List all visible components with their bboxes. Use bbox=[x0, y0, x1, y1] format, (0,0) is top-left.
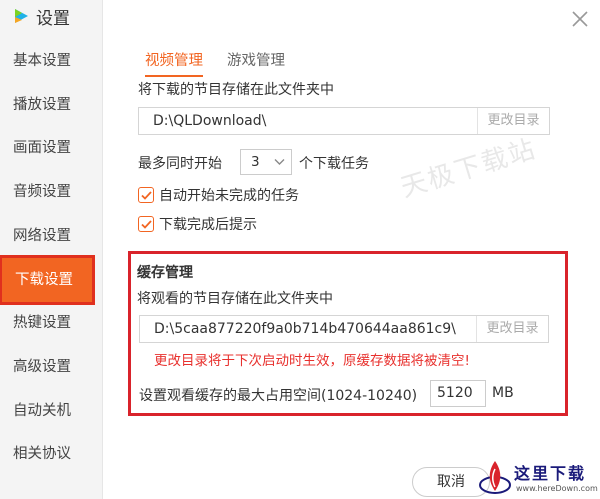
tab-bar: 视频管理 游戏管理 bbox=[145, 49, 309, 77]
sidebar-item-auto-shutdown[interactable]: 自动关机 bbox=[0, 389, 103, 433]
cache-change-dir-button[interactable]: 更改目录 bbox=[476, 316, 548, 342]
app-logo-icon bbox=[15, 9, 28, 23]
download-folder-path[interactable]: D:\QLDownload\ bbox=[139, 113, 477, 129]
max-tasks-value: 3 bbox=[251, 154, 260, 170]
brand-name: 这里下载 bbox=[514, 464, 587, 483]
auto-start-option: 自动开始未完成的任务 bbox=[138, 185, 299, 205]
auto-start-checkbox[interactable] bbox=[138, 187, 154, 203]
sidebar-item-basic[interactable]: 基本设置 bbox=[0, 39, 103, 83]
download-folder-label: 将下载的节目存储在此文件夹中 bbox=[138, 82, 334, 98]
download-change-dir-button[interactable]: 更改目录 bbox=[477, 108, 549, 134]
sidebar-item-agreements[interactable]: 相关协议 bbox=[0, 432, 103, 476]
sidebar: 设置 基本设置 播放设置 画面设置 音频设置 网络设置 下载设置 热键设置 高级… bbox=[0, 0, 103, 499]
cache-folder-label: 将观看的节目存储在此文件夹中 bbox=[137, 291, 333, 307]
sidebar-item-network[interactable]: 网络设置 bbox=[0, 214, 103, 258]
sidebar-item-advanced[interactable]: 高级设置 bbox=[0, 345, 103, 389]
notify-option: 下载完成后提示 bbox=[138, 214, 257, 234]
notify-checkbox[interactable] bbox=[138, 216, 154, 232]
notify-label: 下载完成后提示 bbox=[159, 217, 257, 233]
max-tasks-suffix: 个下载任务 bbox=[299, 156, 369, 172]
window-title: 设置 bbox=[36, 8, 70, 29]
site-brand-overlay: 这里下载 www.hereDown.com bbox=[478, 457, 600, 499]
close-icon[interactable] bbox=[570, 9, 590, 29]
sidebar-item-download[interactable]: 下载设置 bbox=[0, 255, 95, 305]
brand-url: www.hereDown.com bbox=[516, 484, 598, 493]
download-folder-field: D:\QLDownload\ 更改目录 bbox=[138, 107, 550, 135]
brand-logo-icon bbox=[479, 461, 511, 494]
checkmark-icon bbox=[140, 190, 152, 200]
cache-size-unit: MB bbox=[492, 385, 514, 401]
sidebar-item-playback[interactable]: 播放设置 bbox=[0, 83, 103, 127]
checkmark-icon bbox=[140, 219, 152, 229]
max-tasks-label: 最多同时开始 bbox=[138, 156, 222, 172]
window-titlebar: 设置 bbox=[12, 6, 70, 29]
cache-warning-text: 更改目录将于下次启动时生效，原缓存数据将被清空! bbox=[154, 353, 470, 369]
sidebar-item-audio[interactable]: 音频设置 bbox=[0, 170, 103, 214]
cache-folder-field: D:\5caa877220f9a0b714b470644aa861c9\ 更改目… bbox=[139, 315, 549, 343]
cache-max-size-input[interactable]: 5120 bbox=[430, 380, 486, 407]
chevron-down-icon bbox=[274, 159, 285, 165]
cache-max-size-label: 设置观看缓存的最大占用空间(1024-10240) bbox=[139, 388, 418, 404]
sidebar-item-hotkey[interactable]: 热键设置 bbox=[0, 301, 103, 345]
tab-game-management[interactable]: 游戏管理 bbox=[227, 49, 285, 77]
cache-section-title: 缓存管理 bbox=[137, 265, 193, 281]
tab-video-management[interactable]: 视频管理 bbox=[145, 49, 203, 77]
max-tasks-select[interactable]: 3 bbox=[240, 149, 292, 175]
watermark: 天极下载站 bbox=[397, 134, 541, 204]
cache-folder-path[interactable]: D:\5caa877220f9a0b714b470644aa861c9\ bbox=[140, 321, 476, 337]
sidebar-item-picture[interactable]: 画面设置 bbox=[0, 126, 103, 170]
auto-start-label: 自动开始未完成的任务 bbox=[159, 188, 299, 204]
